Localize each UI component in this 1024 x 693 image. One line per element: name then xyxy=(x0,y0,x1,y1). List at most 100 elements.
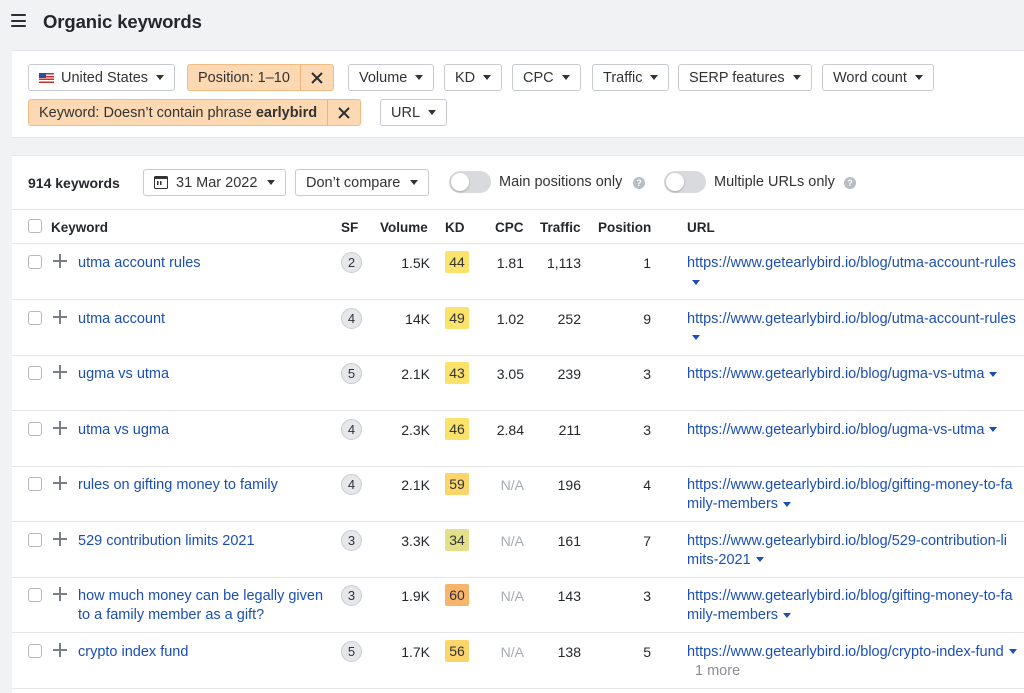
row-checkbox[interactable] xyxy=(28,366,42,380)
row-checkbox[interactable] xyxy=(28,421,42,436)
column-traffic[interactable]: Traffic xyxy=(540,220,581,235)
kd-badge: 43 xyxy=(445,362,469,384)
volume-filter[interactable]: Volume xyxy=(348,64,435,91)
menu-icon[interactable] xyxy=(11,14,26,27)
chevron-down-icon[interactable] xyxy=(692,279,700,285)
keyword-link[interactable]: utma vs ugma xyxy=(78,421,328,440)
chevron-down-icon[interactable] xyxy=(783,501,792,507)
volume-value: 1.7K xyxy=(401,643,430,660)
add-icon[interactable] xyxy=(53,642,67,657)
cpc-value: N/A xyxy=(500,643,524,660)
keyword-filter[interactable]: Keyword: Doesn’t contain phrase earlybir… xyxy=(28,99,362,126)
traffic-filter[interactable]: Traffic xyxy=(592,64,670,91)
chevron-down-icon[interactable] xyxy=(692,335,700,341)
row-checkbox[interactable] xyxy=(28,255,42,269)
date-picker[interactable]: 31 Mar 2022 xyxy=(143,169,287,196)
serp-features-badge[interactable]: 5 xyxy=(341,640,362,662)
url-link[interactable]: https://www.getearlybird.io/blog/529-con… xyxy=(687,532,1017,570)
serp-features-badge[interactable]: 3 xyxy=(341,529,362,551)
column-url[interactable]: URL xyxy=(687,220,715,235)
row-checkbox[interactable] xyxy=(28,477,42,491)
add-icon[interactable] xyxy=(53,365,67,379)
row-checkbox[interactable] xyxy=(28,588,42,602)
main-positions-label: Main positions only xyxy=(499,174,623,190)
row-checkbox[interactable] xyxy=(28,532,42,547)
help-icon[interactable]: ? xyxy=(633,177,645,189)
keyword-link[interactable]: how much money can be legally given to a… xyxy=(78,587,328,625)
keyword-link[interactable]: 529 contribution limits 2021 xyxy=(78,532,328,551)
compare-dropdown[interactable]: Don’t compare xyxy=(295,169,430,196)
serp-features-badge[interactable]: 4 xyxy=(341,474,362,495)
keyword-count: 914 keywords xyxy=(28,175,120,191)
url-link[interactable]: https://www.getearlybird.io/blog/ugma-vs… xyxy=(687,421,1017,440)
add-icon[interactable] xyxy=(53,531,67,546)
column-keyword[interactable]: Keyword xyxy=(51,220,108,235)
column-sf[interactable]: SF xyxy=(341,220,358,235)
table-row: how much money can be legally given to a… xyxy=(12,577,1024,633)
column-position[interactable]: Position xyxy=(598,220,651,235)
keyword-link[interactable]: rules on gifting money to family xyxy=(78,476,328,495)
traffic-value: 239 xyxy=(557,366,581,382)
url-link[interactable]: https://www.getearlybird.io/blog/gifting… xyxy=(687,587,1017,625)
add-icon[interactable] xyxy=(53,420,67,435)
serp-features-badge[interactable]: 2 xyxy=(341,252,362,273)
add-icon[interactable] xyxy=(53,254,67,268)
serp-features-badge[interactable]: 3 xyxy=(341,585,362,606)
position-filter[interactable]: Position: 1–10 xyxy=(187,64,334,91)
serp-features-badge[interactable]: 4 xyxy=(341,418,362,440)
traffic-value: 1,113 xyxy=(547,255,581,271)
url-link[interactable]: https://www.getearlybird.io/blog/gifting… xyxy=(687,476,1017,514)
url-filter[interactable]: URL xyxy=(380,99,448,126)
position-value: 3 xyxy=(643,588,651,604)
url-link[interactable]: https://www.getearlybird.io/blog/ugma-vs… xyxy=(687,365,1017,384)
column-volume[interactable]: Volume xyxy=(380,220,428,235)
select-all-checkbox[interactable] xyxy=(28,219,42,233)
serp-features-badge[interactable]: 5 xyxy=(341,363,362,384)
close-icon[interactable] xyxy=(299,65,333,90)
row-checkbox[interactable] xyxy=(28,643,42,658)
country-filter[interactable]: United States xyxy=(28,64,176,91)
close-icon[interactable] xyxy=(327,100,360,125)
chevron-down-icon xyxy=(483,75,492,80)
position-value: 3 xyxy=(643,421,651,438)
more-urls-link[interactable]: 1 more xyxy=(695,663,740,679)
traffic-value: 211 xyxy=(558,421,581,438)
chevron-down-icon xyxy=(428,110,437,115)
main-positions-toggle[interactable] xyxy=(449,171,491,193)
table-row: utma account rules 2 1.5K 44 1.81 1,113 1 https… xyxy=(12,244,1024,300)
keyword-link[interactable]: crypto index fund xyxy=(78,643,328,662)
url-link[interactable]: https://www.getearlybird.io/blog/utma-ac… xyxy=(687,254,1017,292)
add-icon[interactable] xyxy=(53,476,67,490)
add-icon[interactable] xyxy=(53,587,67,601)
serp-features-filter[interactable]: SERP features xyxy=(678,64,812,91)
word-count-filter[interactable]: Word count xyxy=(822,64,934,91)
chevron-down-icon[interactable] xyxy=(1008,649,1017,655)
results-panel: 914 keywords 31 Mar 2022 Don’t compare M… xyxy=(12,155,1024,693)
url-link[interactable]: https://www.getearlybird.io/blog/crypto-… xyxy=(687,643,1017,681)
kd-filter[interactable]: KD xyxy=(444,64,503,91)
multiple-urls-toggle[interactable] xyxy=(664,171,706,193)
multiple-urls-label: Multiple URLs only xyxy=(714,174,835,190)
keyword-link[interactable]: ugma vs utma xyxy=(78,365,328,384)
chevron-down-icon xyxy=(267,180,276,185)
keyword-link[interactable]: utma account xyxy=(78,310,328,329)
chevron-down-icon[interactable] xyxy=(989,371,998,377)
table-row: crypto index fund 5 1.7K 56 N/A 138 5 https://w… xyxy=(12,633,1024,689)
table-row: rules on gifting money to family 4 2.1K 59 N… xyxy=(12,466,1024,522)
keyword-link[interactable]: utma account rules xyxy=(78,254,328,273)
column-kd[interactable]: KD xyxy=(445,220,465,235)
position-value: 7 xyxy=(643,532,651,549)
help-icon[interactable]: ? xyxy=(844,177,856,189)
cpc-filter[interactable]: CPC xyxy=(512,64,581,91)
calendar-icon xyxy=(154,176,168,189)
serp-features-badge[interactable]: 4 xyxy=(341,307,362,329)
cpc-value: 2.84 xyxy=(496,421,524,438)
kd-badge: 44 xyxy=(445,251,469,273)
chevron-down-icon[interactable] xyxy=(783,612,792,618)
column-cpc[interactable]: CPC xyxy=(495,220,524,235)
chevron-down-icon[interactable] xyxy=(989,427,998,433)
chevron-down-icon[interactable] xyxy=(755,557,764,563)
url-link[interactable]: https://www.getearlybird.io/blog/utma-ac… xyxy=(687,310,1017,348)
add-icon[interactable] xyxy=(53,309,67,324)
row-checkbox[interactable] xyxy=(28,310,42,325)
